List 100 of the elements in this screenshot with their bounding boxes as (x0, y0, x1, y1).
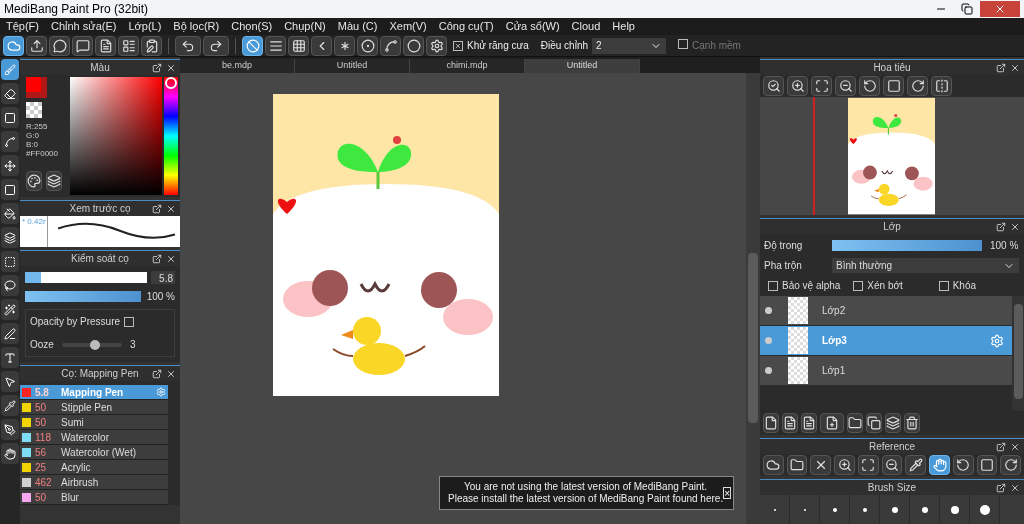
duplicate-layer-button[interactable] (866, 413, 882, 433)
vertical-scrollbar[interactable] (746, 73, 760, 524)
document-tab[interactable]: Untitled (525, 59, 640, 73)
eyedropper-button[interactable] (905, 455, 927, 475)
saturation-value-picker[interactable] (70, 77, 162, 195)
curve-icon[interactable] (380, 35, 401, 56)
undock-icon[interactable] (996, 482, 1006, 493)
hand-tool[interactable] (1, 443, 19, 464)
close-icon[interactable] (1010, 62, 1020, 73)
brush-list-item[interactable]: 118 Watercolor (20, 430, 168, 445)
move-tool[interactable] (1, 155, 19, 176)
rotate-right-button[interactable] (1000, 455, 1022, 475)
flip-button[interactable] (931, 76, 952, 96)
grid-icon[interactable] (288, 35, 309, 56)
menu-item[interactable]: Tệp(F) (0, 18, 45, 35)
menu-item[interactable]: Cửa sổ(W) (499, 18, 566, 35)
text-tool[interactable] (1, 347, 19, 368)
layer-row[interactable]: Lớp1 (760, 356, 1012, 385)
brush-list-item[interactable]: 50 Blur (20, 490, 168, 505)
settings-icon[interactable] (426, 35, 447, 56)
close-icon[interactable] (166, 368, 176, 379)
close-icon[interactable] (1010, 441, 1020, 452)
checkbox[interactable] (938, 280, 949, 291)
rotate-left-button[interactable] (859, 76, 880, 96)
radial-lines-icon[interactable] (334, 35, 355, 56)
brush-list-item[interactable]: 462 Airbrush (20, 475, 168, 490)
vanishing-point-icon[interactable] (311, 35, 332, 56)
upload-button[interactable] (26, 35, 47, 56)
blend-dropdown[interactable]: Bình thường (832, 258, 1019, 273)
hand-button[interactable] (929, 455, 950, 475)
zoom-in-button[interactable] (787, 76, 808, 96)
new-1bit-layer-button[interactable] (801, 413, 817, 433)
add-layer-menu-button[interactable] (820, 413, 844, 433)
fill-square-tool[interactable] (1, 179, 19, 200)
menu-item[interactable]: Chụp(N) (278, 18, 332, 35)
pen-tool[interactable] (1, 419, 19, 440)
hue-slider[interactable] (164, 77, 178, 195)
zoom-in-button[interactable] (834, 455, 855, 475)
undo-button[interactable] (175, 35, 201, 56)
cloud-download-button[interactable] (763, 455, 784, 475)
undock-icon[interactable] (996, 441, 1006, 452)
document-tab[interactable]: be.mdp (180, 59, 295, 73)
ooze-thumb[interactable] (89, 339, 100, 350)
magic-wand-tool[interactable] (1, 299, 19, 320)
eyedropper-tool[interactable] (1, 395, 19, 416)
eraser-tool[interactable] (1, 83, 19, 104)
reset-rotation-button[interactable] (976, 455, 998, 475)
comment-button[interactable] (49, 35, 70, 56)
brush-size-value[interactable]: 5.8 (151, 271, 175, 284)
bucket-tool[interactable] (1, 203, 19, 224)
menu-item[interactable]: Chọn(S) (225, 18, 279, 35)
notification-close-button[interactable]: × (723, 487, 731, 499)
undock-icon[interactable] (152, 368, 162, 379)
foreground-color-swatch[interactable] (26, 77, 41, 92)
document-tab[interactable]: Untitled (295, 59, 410, 73)
cloud-button[interactable] (3, 35, 24, 56)
zoom-out-button[interactable] (881, 455, 903, 475)
layer-row[interactable]: Lớp2 (760, 296, 1012, 325)
menu-item[interactable]: Chỉnh sửa(E) (45, 18, 123, 35)
curve-tool[interactable] (1, 131, 19, 152)
reset-rotation-button[interactable] (883, 76, 904, 96)
open-folder-button[interactable] (786, 455, 808, 475)
lasso-tool[interactable] (1, 275, 19, 296)
select-rectangle-tool[interactable] (1, 251, 19, 272)
fit-button[interactable] (857, 455, 879, 475)
edit-button[interactable] (141, 35, 162, 56)
document-button[interactable] (95, 35, 116, 56)
checkbox[interactable] (453, 40, 463, 51)
delete-layer-button[interactable] (904, 413, 920, 433)
new-8bit-layer-button[interactable] (782, 413, 798, 433)
brush-tool[interactable] (1, 59, 19, 80)
adjust-dropdown[interactable]: 2 (592, 37, 667, 54)
menu-item[interactable]: Lớp(L) (122, 18, 168, 35)
close-icon[interactable] (166, 253, 176, 264)
menu-item[interactable]: Help (606, 18, 641, 35)
rectangle-tool[interactable] (1, 107, 19, 128)
undock-icon[interactable] (996, 62, 1006, 73)
close-reference-button[interactable] (810, 455, 832, 475)
new-layer-button[interactable] (763, 413, 779, 433)
close-icon[interactable] (166, 203, 176, 214)
close-icon[interactable] (166, 62, 176, 73)
select-pointer-tool[interactable] (1, 371, 19, 392)
close-icon[interactable] (1010, 221, 1020, 232)
rotate-left-button[interactable] (952, 455, 974, 475)
menu-item[interactable]: Cloud (565, 18, 607, 35)
brush-list-item[interactable]: 50 Sumi (20, 415, 168, 430)
document-tab[interactable]: chimi.mdp (410, 59, 525, 73)
select-pen-tool[interactable] (1, 323, 19, 344)
undock-icon[interactable] (152, 253, 162, 264)
new-folder-button[interactable] (847, 413, 863, 433)
brush-list-item[interactable]: 50 Stipple Pen (20, 400, 168, 415)
undock-icon[interactable] (996, 221, 1006, 232)
background-color-swatch[interactable] (26, 77, 47, 98)
palette-button[interactable] (26, 171, 42, 191)
fit-button[interactable] (811, 76, 832, 96)
no-snap-icon[interactable] (242, 35, 263, 56)
menu-item[interactable]: Xem(V) (383, 18, 433, 35)
brush-list-item[interactable]: 56 Watercolor (Wet) (20, 445, 168, 460)
merge-layer-button[interactable] (885, 413, 901, 433)
menu-item[interactable]: Công cụ(T) (432, 18, 500, 35)
